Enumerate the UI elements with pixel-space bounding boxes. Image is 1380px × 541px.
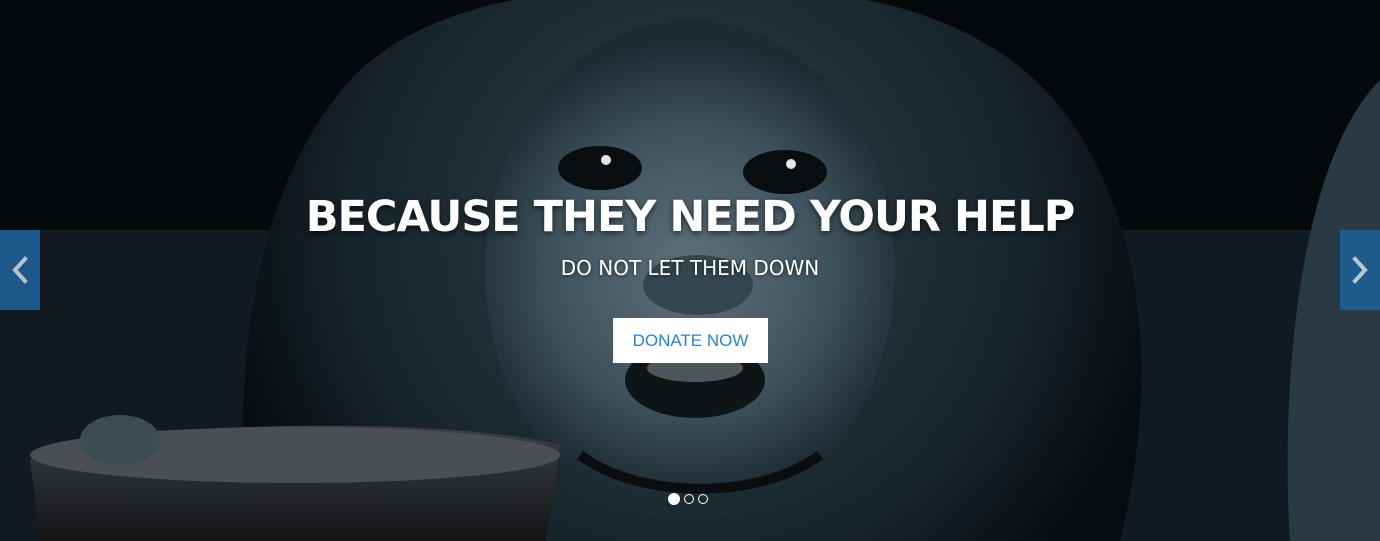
- slide-headline: BECAUSE THEY NEED YOUR HELP: [305, 192, 1076, 242]
- slider-indicator-1[interactable]: [668, 493, 680, 505]
- slider-indicators: [668, 493, 708, 505]
- hero-slider: BECAUSE THEY NEED YOUR HELP DO NOT LET T…: [0, 0, 1380, 541]
- slider-indicator-2[interactable]: [684, 494, 694, 504]
- slide-caption: BECAUSE THEY NEED YOUR HELP DO NOT LET T…: [0, 185, 1380, 285]
- chevron-left-icon: [12, 256, 28, 284]
- donate-now-button[interactable]: DONATE NOW: [613, 318, 768, 363]
- chevron-right-icon: [1352, 256, 1368, 284]
- slide-subline: DO NOT LET THEM DOWN: [560, 256, 820, 280]
- slider-next-button[interactable]: [1340, 230, 1380, 310]
- slider-indicator-3[interactable]: [698, 494, 708, 504]
- slider-prev-button[interactable]: [0, 230, 40, 310]
